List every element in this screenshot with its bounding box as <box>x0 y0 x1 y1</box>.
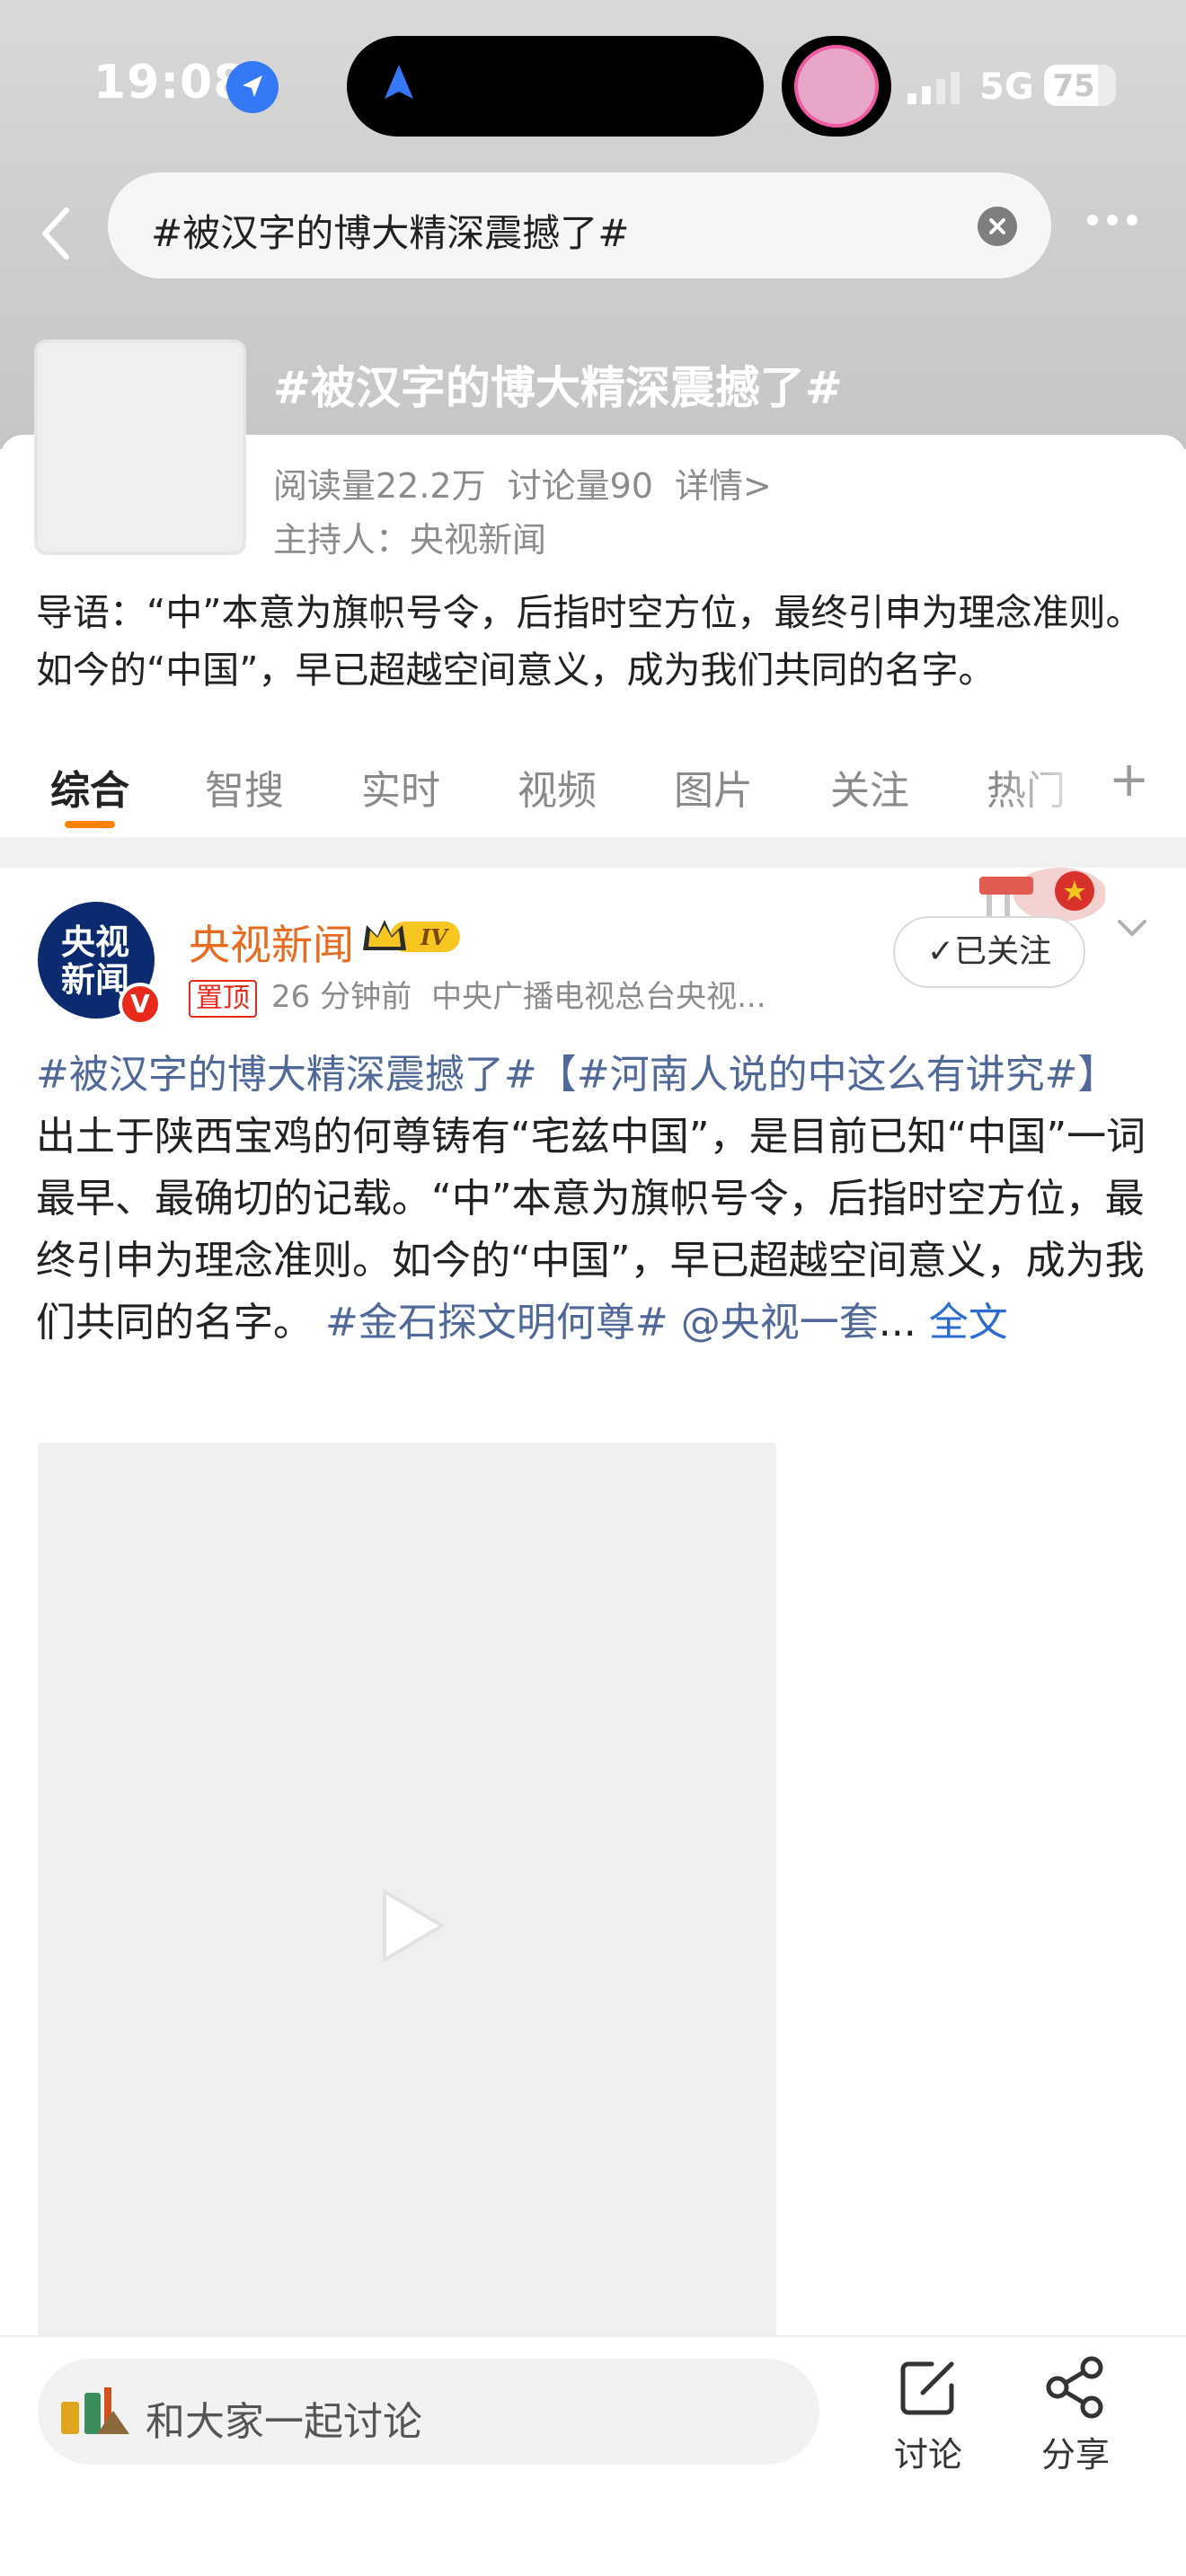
compose-icon <box>900 2361 954 2415</box>
topic-tag-link[interactable]: #金石探文明何尊# <box>325 1300 668 1345</box>
follow-button[interactable]: ✓已关注 <box>893 916 1085 988</box>
discuss-label: 讨论 <box>893 2435 962 2475</box>
tab-following[interactable]: 关注 <box>830 758 909 816</box>
details-link[interactable]: 详情> <box>675 466 772 506</box>
navigation-icon <box>381 63 417 106</box>
tab-pictures[interactable]: 图片 <box>674 758 753 816</box>
tab-comprehensive[interactable]: 综合 <box>50 758 129 816</box>
search-input[interactable]: #被汉字的博大精深震撼了# <box>108 172 1051 278</box>
verified-badge: V <box>119 983 162 1026</box>
section-divider <box>0 837 1186 868</box>
user-avatar <box>61 2384 129 2441</box>
topic-tag-link[interactable]: 【#河南人说的中这么有讲究#】 <box>537 1052 1118 1098</box>
location-arrow-icon <box>226 61 279 113</box>
author-name[interactable]: 央视新闻 <box>189 913 354 972</box>
comment-input[interactable]: 和大家一起讨论 <box>38 2359 819 2465</box>
plus-icon[interactable]: + <box>1109 751 1149 807</box>
post-meta: 置顶 26 分钟前 中央广播电视总台央视... <box>189 972 766 1018</box>
post-source: 中央广播电视总台央视... <box>431 979 766 1015</box>
back-icon[interactable] <box>31 198 84 269</box>
search-query: #被汉字的博大精深震撼了# <box>151 211 630 255</box>
tab-video[interactable]: 视频 <box>518 758 597 816</box>
mention-link[interactable]: @央视一套 <box>681 1300 879 1345</box>
battery-icon: 75 <box>1044 65 1116 106</box>
crown-icon: IV <box>359 914 464 957</box>
active-tab-indicator <box>65 821 115 828</box>
battery-percent: 75 <box>1052 68 1095 104</box>
network-type: 5G <box>979 66 1034 108</box>
discussion-count: 讨论量90 <box>507 466 653 506</box>
vip-level: IV <box>420 924 449 950</box>
share-label: 分享 <box>1040 2435 1110 2475</box>
tabs-fade <box>997 745 1096 835</box>
topic-tag-link[interactable]: #被汉字的博大精深震撼了# <box>36 1052 537 1098</box>
play-icon[interactable] <box>377 1886 447 1969</box>
more-icon[interactable] <box>1087 212 1146 229</box>
post-time: 26 分钟前 <box>271 979 412 1015</box>
clear-icon[interactable] <box>978 207 1017 246</box>
full-text-link[interactable]: 全文 <box>929 1300 1008 1345</box>
status-time: 19:08 <box>93 56 247 110</box>
chevron-down-icon[interactable] <box>1114 914 1150 945</box>
post-text: #被汉字的博大精深震撼了#【#河南人说的中这么有讲究#】出土于陕西宝鸡的何尊铸有… <box>36 1044 1155 1354</box>
tab-realtime[interactable]: 实时 <box>361 758 440 816</box>
comment-placeholder: 和大家一起讨论 <box>146 2399 422 2445</box>
bottom-bar: 和大家一起讨论 讨论 分享 <box>0 2335 1186 2576</box>
share-icon <box>1046 2356 1103 2419</box>
ellipsis: ... <box>878 1300 916 1345</box>
video-player[interactable] <box>38 1442 776 2344</box>
tab-bar: 综合 智搜 实时 视频 图片 关注 热门 + <box>0 745 1186 844</box>
status-bar: 19:08 5G 75 <box>0 0 1186 171</box>
tab-smart-search[interactable]: 智搜 <box>205 758 284 816</box>
share-button[interactable]: 分享 <box>1026 2355 1125 2476</box>
read-count: 阅读量22.2万 <box>273 466 486 506</box>
pinned-badge: 置顶 <box>189 980 257 1018</box>
topic-stats: 阅读量22.2万 讨论量90 详情> <box>273 458 793 507</box>
topic-intro: 导语：“中”本意为旗帜号令，后指时空方位，最终引申为理念准则。如今的“中国”，早… <box>36 591 1143 692</box>
topic-thumbnail <box>34 340 246 555</box>
topic-title: #被汉字的博大精深震撼了# <box>273 362 843 414</box>
signal-icon <box>907 72 969 108</box>
avatar[interactable]: 央视新闻 V <box>38 902 162 1026</box>
live-activity-avatar[interactable] <box>782 36 891 137</box>
topic-host: 主持人：央视新闻 <box>273 520 547 560</box>
discuss-button[interactable]: 讨论 <box>879 2355 978 2476</box>
